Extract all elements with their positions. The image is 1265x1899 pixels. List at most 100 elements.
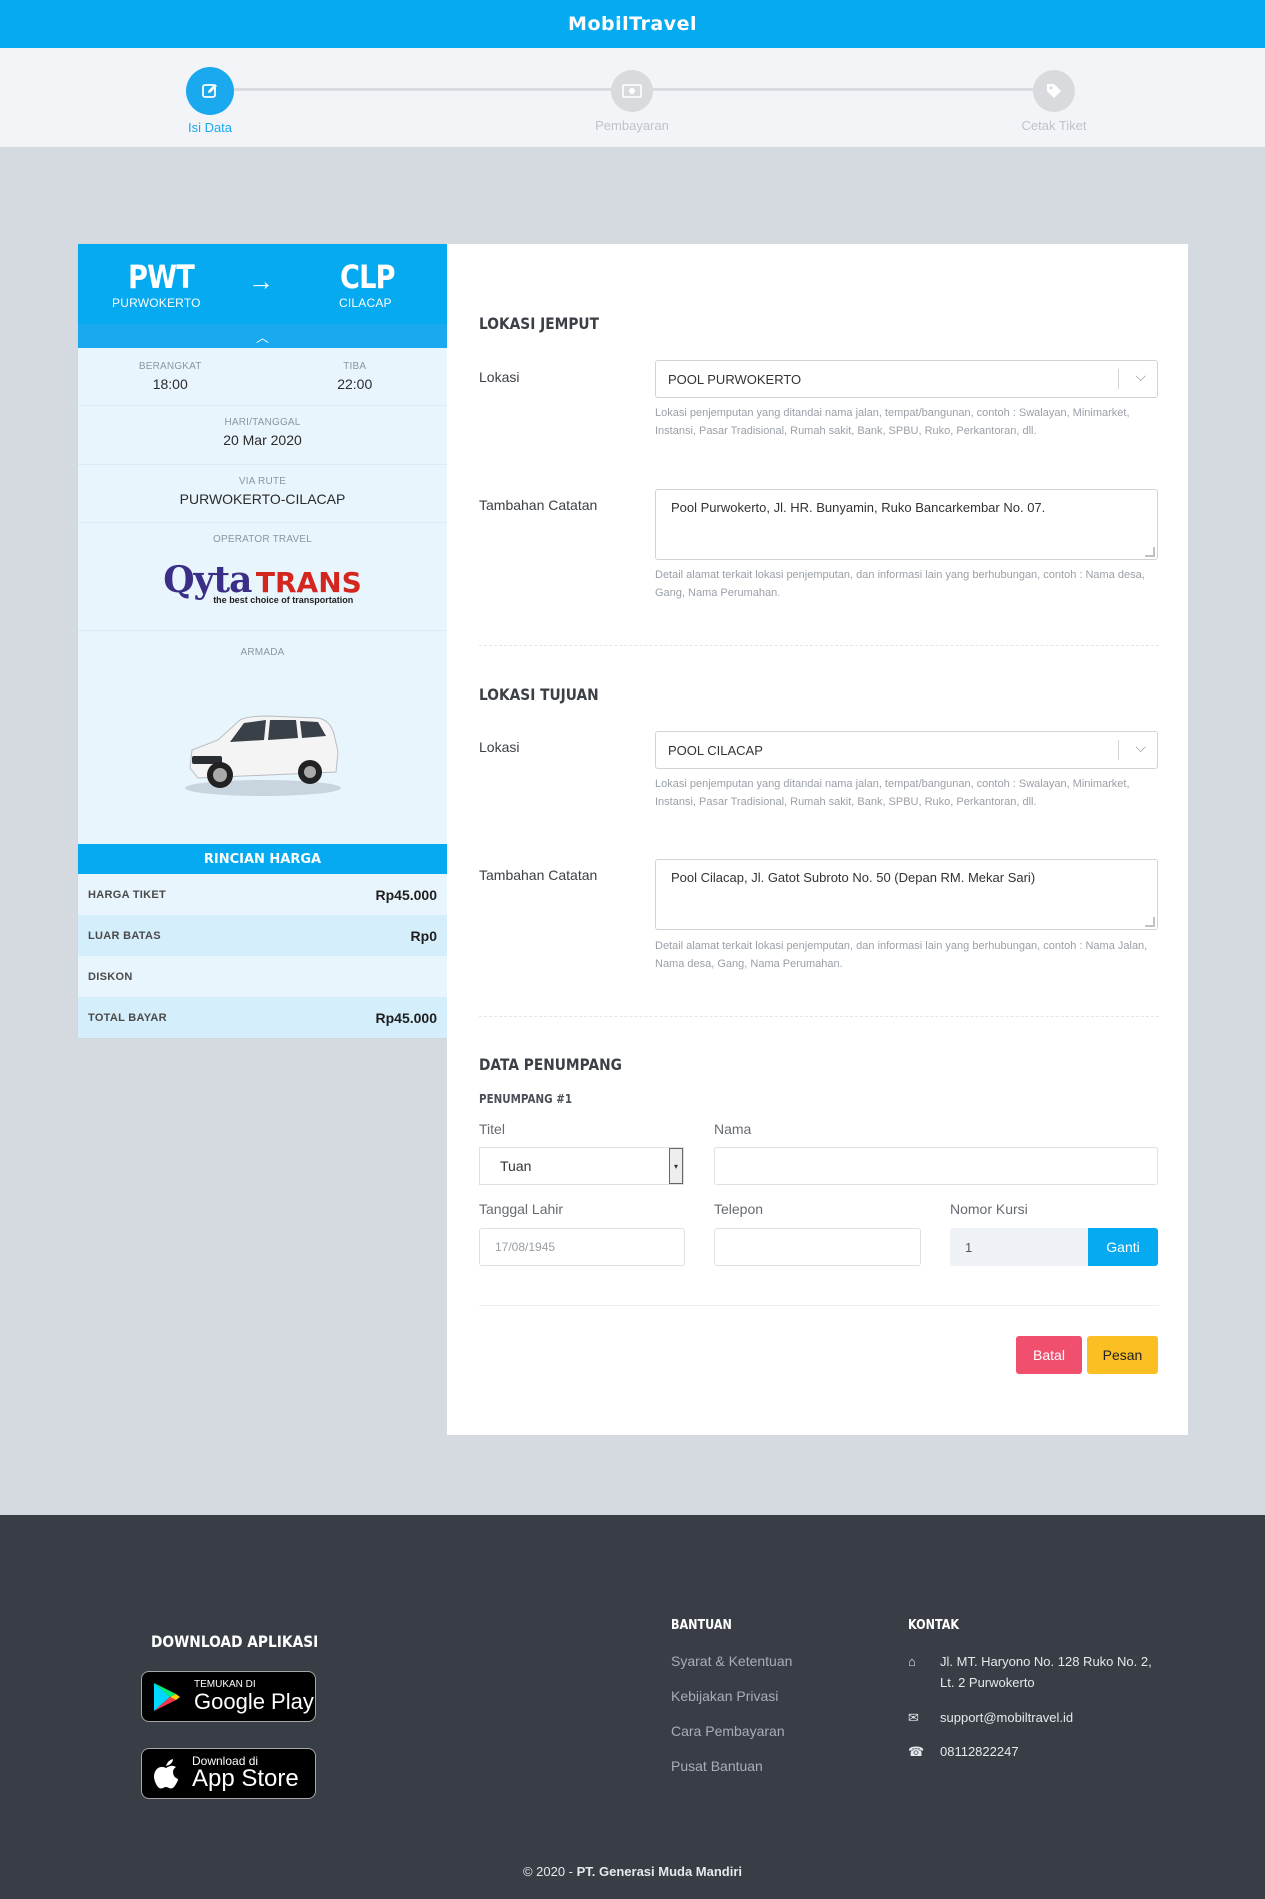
section-divider: [479, 1016, 1159, 1017]
arrive-label: TIBA: [343, 361, 367, 372]
route-row: VIA RUTE PURWOKERTO-CILACAP: [78, 465, 447, 523]
price-value: Rp0: [410, 927, 437, 944]
titel-label: Titel: [479, 1121, 505, 1137]
textarea-value: Pool Purwokerto, Jl. HR. Bunyamin, Ruko …: [671, 500, 1046, 515]
money-icon: [611, 70, 653, 112]
depart-label: BERANGKAT: [138, 361, 202, 372]
destination-note-help: Detail alamat terkait lokasi penjemputan…: [655, 940, 1148, 970]
origin-city: PURWOKERTO: [112, 296, 201, 310]
price-row-diskon: DISKON: [78, 956, 447, 997]
price-label: TOTAL BAYAR: [88, 1011, 167, 1024]
date-row: HARI/TANGGAL 20 Mar 2020: [78, 406, 447, 465]
apple-icon: [154, 1758, 178, 1788]
seat-number-field: 1: [950, 1228, 1088, 1266]
destination-note-textarea[interactable]: Pool Cilacap, Jl. Gatot Subroto No. 50 (…: [655, 859, 1158, 930]
dest-code: CLP: [340, 258, 396, 296]
phone-icon: ☎: [908, 1744, 925, 1759]
armada-label: ARMADA: [240, 647, 285, 658]
contact-phone[interactable]: ☎ 08112822247: [908, 1741, 1019, 1762]
contact-email[interactable]: ✉ support@mobiltravel.id: [908, 1707, 1073, 1728]
textarea-value: Pool Cilacap, Jl. Gatot Subroto No. 50 (…: [671, 870, 1036, 885]
step-label: Cetak Tiket: [1021, 118, 1087, 133]
edit-icon: [186, 67, 234, 115]
operator-logo: Qyta TRANS the best choice of transporta…: [163, 559, 362, 605]
collapse-toggle[interactable]: ︿: [78, 324, 447, 348]
route-label: VIA RUTE: [238, 476, 287, 487]
app-store-badge[interactable]: Download di App Store: [141, 1748, 316, 1799]
section-divider: [479, 645, 1159, 646]
step-connector: [632, 88, 1054, 91]
pickup-location-select[interactable]: POOL PURWOKERTO ⌵: [655, 360, 1158, 398]
operator-row: OPERATOR TRAVEL Qyta TRANS the best choi…: [78, 523, 447, 631]
link-cara-pembayaran[interactable]: Cara Pembayaran: [671, 1723, 785, 1739]
booking-form-card: LOKASI JEMPUT Lokasi POOL PURWOKERTO ⌵ L…: [447, 244, 1188, 1435]
pickup-note-label: Tambahan Catatan: [479, 497, 598, 513]
armada-row: ARMADA: [78, 631, 447, 844]
brand-logo[interactable]: MobilTravel: [568, 13, 697, 35]
footer: DOWNLOAD APLIKASI TEMUKAN DI Google Play…: [0, 1515, 1265, 1899]
price-row-harga-tiket: HARGA TIKET Rp45.000: [78, 874, 447, 915]
price-value: Rp45.000: [375, 1009, 437, 1026]
resize-handle-icon[interactable]: [1145, 547, 1155, 557]
top-navbar: MobilTravel: [0, 0, 1265, 48]
google-play-big: Google Play: [194, 1689, 314, 1714]
google-play-badge[interactable]: TEMUKAN DI Google Play: [141, 1671, 316, 1722]
passenger-title: DATA PENUMPANG: [479, 1055, 622, 1074]
titel-select[interactable]: Tuan ▾: [479, 1147, 684, 1185]
dob-input[interactable]: 17/08/1945: [479, 1228, 685, 1266]
dob-label: Tanggal Lahir: [479, 1201, 564, 1217]
date-label: HARI/TANGGAL: [224, 417, 301, 428]
chevron-up-icon: ︿: [255, 329, 269, 345]
link-kebijakan-privasi[interactable]: Kebijakan Privasi: [671, 1688, 778, 1704]
progress-stepper: Isi Data Pembayaran Cetak Tiket: [0, 48, 1265, 147]
pickup-location-label: Lokasi: [479, 369, 520, 385]
select-value: POOL PURWOKERTO: [668, 371, 802, 387]
select-value: POOL CILACAP: [668, 742, 763, 758]
pickup-note-textarea[interactable]: Pool Purwokerto, Jl. HR. Bunyamin, Ruko …: [655, 489, 1158, 560]
step-label: Pembayaran: [595, 118, 669, 133]
select-separator: [1118, 740, 1119, 760]
nama-input[interactable]: [714, 1147, 1158, 1185]
cancel-button[interactable]: Batal: [1016, 1336, 1082, 1374]
price-row-luar-batas: LUAR BATAS Rp0: [78, 915, 447, 956]
chevron-down-icon[interactable]: ⌵: [1135, 739, 1146, 756]
price-value: Rp45.000: [375, 886, 437, 903]
passenger-subtitle: PENUMPANG #1: [479, 1092, 573, 1106]
dest-city: CILACAP: [339, 296, 392, 310]
address-text: Jl. MT. Haryono No. 128 Ruko No. 2, Lt. …: [940, 1654, 1152, 1690]
destination-location-select[interactable]: POOL CILACAP ⌵: [655, 731, 1158, 769]
time-row: BERANGKAT 18:00 TIBA 22:00: [78, 348, 447, 406]
logo-tagline: the best choice of transportation: [213, 595, 354, 605]
destination-title: LOKASI TUJUAN: [479, 685, 599, 704]
pickup-title: LOKASI JEMPUT: [479, 314, 599, 333]
contact-address: ⌂ Jl. MT. Haryono No. 128 Ruko No. 2, Lt…: [908, 1651, 1168, 1693]
pickup-note-help: Detail alamat terkait lokasi penjemputan…: [655, 569, 1145, 599]
home-icon: ⌂: [908, 1654, 916, 1669]
price-label: DISKON: [88, 970, 133, 983]
chevron-down-icon[interactable]: ⌵: [1135, 368, 1146, 385]
telepon-label: Telepon: [714, 1201, 764, 1217]
origin-code: PWT: [128, 258, 195, 296]
destination-location-help: Lokasi penjemputan yang ditandai nama ja…: [655, 778, 1130, 808]
step-label: Isi Data: [187, 120, 233, 135]
depart-col: BERANGKAT 18:00: [78, 348, 263, 405]
date-value: 20 Mar 2020: [223, 432, 302, 448]
google-play-icon: [154, 1682, 180, 1711]
route-header: PWT PURWOKERTO → CLP CILACAP: [78, 244, 447, 324]
step-cetak-tiket: Cetak Tiket: [994, 67, 1114, 133]
phone-text: 08112822247: [940, 1744, 1019, 1759]
dropdown-arrow-icon[interactable]: ▾: [669, 1148, 683, 1184]
order-button[interactable]: Pesan: [1087, 1336, 1158, 1374]
telepon-input[interactable]: [714, 1228, 921, 1266]
copyright-prefix: © 2020 -: [522, 1864, 577, 1879]
copyright-company: PT. Generasi Muda Mandiri: [576, 1864, 743, 1879]
trip-summary-card: PWT PURWOKERTO → CLP CILACAP ︿ BERANGKAT…: [78, 244, 447, 1038]
link-pusat-bantuan[interactable]: Pusat Bantuan: [671, 1758, 763, 1774]
step-isi-data: Isi Data: [150, 67, 270, 135]
link-syarat-ketentuan[interactable]: Syarat & Ketentuan: [671, 1653, 792, 1669]
resize-handle-icon[interactable]: [1145, 917, 1155, 927]
seat-label: Nomor Kursi: [950, 1201, 1028, 1217]
copyright: © 2020 - PT. Generasi Muda Mandiri: [0, 1864, 1265, 1879]
section-divider: [479, 1305, 1159, 1306]
change-seat-button[interactable]: Ganti: [1088, 1228, 1158, 1266]
